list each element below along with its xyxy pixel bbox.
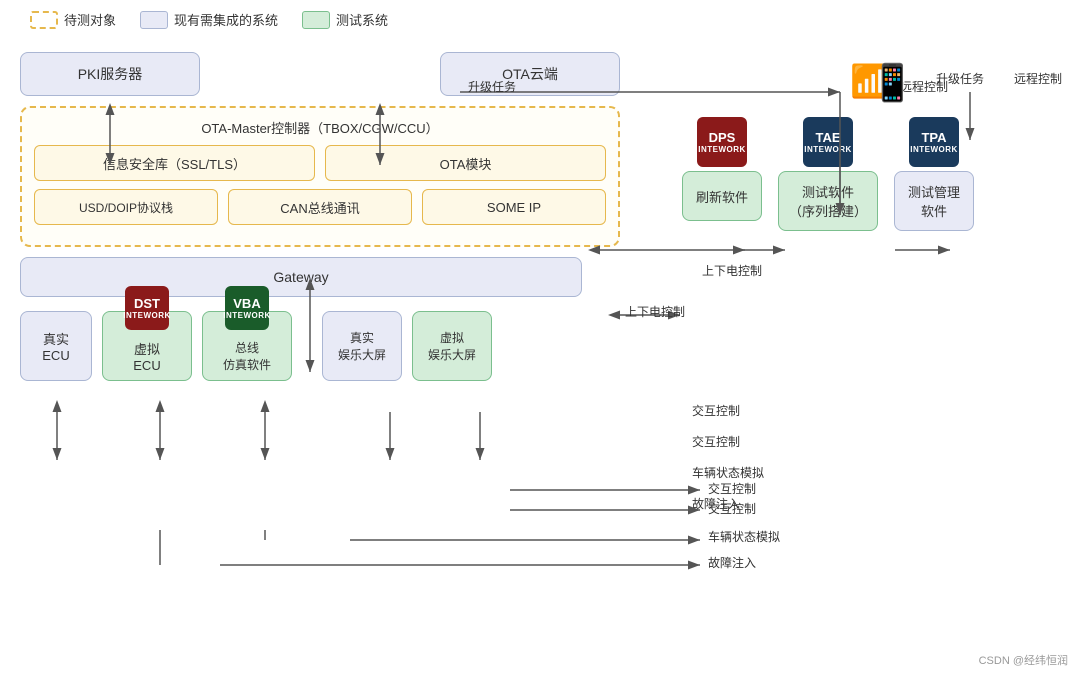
legend-label-existing: 现有需集成的系统: [174, 10, 278, 29]
bus-sim-label: 总线仿真软件: [223, 339, 271, 373]
legend-icon-existing: [140, 11, 168, 29]
vba-logo: VBA INTEWORK: [225, 286, 269, 330]
up-down-control-label: 上下电控制: [702, 262, 762, 279]
vehicle-state-sim-arrow-label: 车辆状态模拟: [708, 528, 780, 545]
can-box: CAN总线通讯: [228, 189, 412, 225]
usd-box: USD/DOIP协议栈: [34, 189, 218, 225]
test-software-label2: （序列搭建）: [789, 201, 867, 220]
legend-item-existing: 现有需集成的系统: [140, 10, 278, 29]
legend-icon-pending: [30, 11, 58, 29]
test-mgmt-label1: 测试管理: [908, 182, 960, 201]
interaction-control2-label: 交互控制: [692, 433, 764, 450]
dst-logo: DST INTEWORK: [125, 286, 169, 330]
tpa-logo-sub: INTEWORK: [910, 145, 958, 154]
dst-logo-sub: INTEWORK: [123, 311, 171, 320]
interaction-control2-arrow-label: 交互控制: [708, 500, 756, 517]
ssl-box: 信息安全库（SSL/TLS）: [34, 145, 315, 181]
tae-logo: TAE INTEWORK: [803, 117, 853, 167]
legend-item-test: 测试系统: [302, 10, 388, 29]
virtual-ecu-box: DST INTEWORK 虚拟ECU: [102, 311, 192, 381]
dps-logo-text: DPS: [709, 130, 736, 145]
ota-module-label: OTA模块: [440, 154, 492, 173]
vehicle-state-sim-label: 车辆状态模拟: [692, 464, 764, 481]
legend-item-pending: 待测对象: [30, 10, 116, 29]
bus-sim-box: VBA INTEWORK 总线仿真软件: [202, 311, 292, 381]
virtual-ecu-label: 虚拟ECU: [133, 339, 160, 373]
bottom-row: 真实ECU DST INTEWORK 虚拟ECU VBA INTEWORK 总线…: [20, 311, 620, 381]
upgrade-task-arrow-label: 升级任务: [468, 78, 516, 95]
ota-module-box: OTA模块: [325, 145, 606, 181]
dps-logo: DPS INTEWORK: [697, 117, 747, 167]
ota-inner-row-top: 信息安全库（SSL/TLS） OTA模块: [34, 145, 606, 181]
usd-label: USD/DOIP协议栈: [79, 199, 173, 216]
interaction-control1-label: 交互控制: [692, 402, 764, 419]
phone-icon: 📱: [870, 62, 915, 104]
ota-inner-row-bottom: USD/DOIP协议栈 CAN总线通讯 SOME IP: [34, 189, 606, 225]
virtual-entertainment-box: 虚拟娱乐大屏: [412, 311, 492, 381]
ssl-label: 信息安全库（SSL/TLS）: [103, 154, 246, 173]
real-entertainment-box: 真实娱乐大屏: [322, 311, 402, 381]
dst-logo-text: DST: [134, 296, 160, 311]
dps-logo-sub: INTEWORK: [698, 145, 746, 154]
watermark: CSDN @经纬恒润: [979, 652, 1068, 668]
main-container: 待测对象 现有需集成的系统 测试系统 PKI服务器 OTA云端 OTA-Mast…: [0, 0, 1080, 676]
up-down-control-arrow-label: 上下电控制: [625, 303, 685, 320]
vba-logo-sub: INTEWORK: [223, 311, 271, 320]
gateway-box: Gateway: [20, 257, 582, 297]
legend: 待测对象 现有需集成的系统 测试系统: [10, 10, 1070, 29]
left-area: PKI服务器 OTA云端 OTA-Master控制器（TBOX/CGW/CCU）…: [20, 52, 620, 381]
interaction-control1-arrow-label: 交互控制: [708, 480, 756, 497]
ota-cloud-box: OTA云端: [440, 52, 620, 96]
real-ecu-label: 真实ECU: [42, 329, 69, 363]
test-software-box: 测试软件 （序列搭建）: [778, 171, 878, 231]
ota-master-label: OTA-Master控制器（TBOX/CGW/CCU）: [34, 118, 606, 137]
pki-label: PKI服务器: [78, 64, 143, 84]
test-software-label1: 测试软件: [802, 182, 854, 201]
pki-server-box: PKI服务器: [20, 52, 200, 96]
legend-label-test: 测试系统: [336, 10, 388, 29]
tae-logo-text: TAE: [815, 130, 840, 145]
tpa-logo: TPA INTEWORK: [909, 117, 959, 167]
legend-icon-test: [302, 11, 330, 29]
test-software-group: TAE INTEWORK 测试软件 （序列搭建）: [778, 117, 878, 231]
top-labels-area: 升级任务 远程控制: [936, 70, 1062, 87]
can-label: CAN总线通讯: [280, 198, 359, 217]
test-mgmt-label2: 软件: [921, 201, 947, 220]
right-arrow-labels: 上下电控制: [682, 262, 762, 279]
software-row: DPS INTEWORK 刷新软件 TAE INTEWORK 测试软件 （序列搭…: [682, 117, 1062, 231]
refresh-software-label: 刷新软件: [696, 187, 748, 206]
ota-master-container: OTA-Master控制器（TBOX/CGW/CCU） 信息安全库（SSL/TL…: [20, 106, 620, 247]
fault-injection-arrow-label: 故障注入: [708, 554, 756, 571]
gateway-label: Gateway: [273, 269, 328, 285]
refresh-software-group: DPS INTEWORK 刷新软件: [682, 117, 762, 221]
legend-label-pending: 待测对象: [64, 10, 116, 29]
real-ecu-box: 真实ECU: [20, 311, 92, 381]
someip-label: SOME IP: [487, 200, 541, 215]
virtual-entertainment-label: 虚拟娱乐大屏: [428, 329, 476, 363]
tpa-logo-text: TPA: [921, 130, 946, 145]
vba-logo-text: VBA: [233, 296, 260, 311]
real-entertainment-label: 真实娱乐大屏: [338, 329, 386, 363]
test-mgmt-box: 测试管理 软件: [894, 171, 974, 231]
top-row: PKI服务器 OTA云端: [20, 52, 620, 96]
tae-logo-sub: INTEWORK: [804, 145, 852, 154]
someip-box: SOME IP: [422, 189, 606, 225]
remote-control-label: 远程控制: [1014, 70, 1062, 87]
test-mgmt-group: TPA INTEWORK 测试管理 软件: [894, 117, 974, 231]
refresh-software-box: 刷新软件: [682, 171, 762, 221]
